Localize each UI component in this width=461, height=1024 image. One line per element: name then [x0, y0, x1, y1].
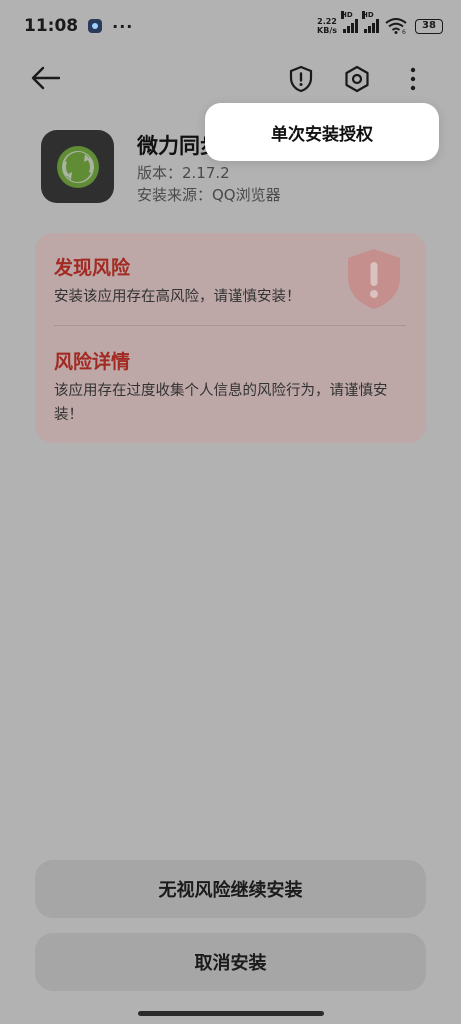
risk-detail-description: 该应用存在过度收集个人信息的风险行为，请谨慎安装！ — [54, 383, 388, 423]
hd-label-2: HD — [362, 11, 374, 19]
arrow-left-icon — [31, 66, 61, 90]
sync-circle-icon — [56, 145, 99, 188]
app-icon — [41, 130, 114, 203]
notification-app-icon — [88, 19, 103, 33]
ignore-risk-continue-install-button[interactable]: 无视风险继续安装 — [35, 860, 426, 918]
home-indicator[interactable] — [138, 1011, 324, 1016]
top-action-bar — [0, 52, 461, 102]
signal-2-icon: HD — [362, 11, 379, 33]
signal-1-icon: HD — [341, 11, 358, 33]
security-shield-button[interactable] — [284, 62, 318, 96]
risk-found-title: 发现风险 — [54, 257, 131, 279]
back-button[interactable] — [28, 62, 64, 94]
app-version: 版本：2.17.2 — [137, 164, 230, 182]
status-bar: 11:08 ··· 2.22 KB/s HD HD 6 38 — [0, 0, 461, 52]
settings-button[interactable] — [340, 62, 374, 96]
vertical-dots-icon — [410, 67, 416, 91]
network-speed: 2.22 KB/s — [317, 17, 337, 35]
risk-detail-title: 风险详情 — [54, 351, 131, 373]
more-options-button[interactable] — [398, 62, 428, 96]
wifi-sub-label: 6 — [402, 29, 406, 34]
cancel-install-button[interactable]: 取消安装 — [35, 933, 426, 991]
popup-menu-single-install-authorization[interactable]: 单次安装授权 — [205, 103, 439, 161]
app-install-source: 安装来源：QQ浏览器 — [137, 186, 281, 204]
network-speed-unit: KB/s — [317, 26, 337, 35]
status-time: 11:08 — [24, 16, 79, 36]
shield-alert-icon — [289, 65, 313, 93]
network-speed-value: 2.22 — [317, 17, 337, 26]
hd-label-1: HD — [341, 11, 353, 19]
wifi-icon: 6 — [385, 18, 407, 34]
warning-shield-icon — [348, 249, 400, 309]
status-more-indicator: ··· — [112, 16, 134, 36]
status-icons: 2.22 KB/s HD HD 6 38 — [317, 11, 443, 35]
risk-warning-card: 发现风险 安装该应用存在高风险，请谨慎安装！ 风险详情 该应用存在过度收集个人信… — [35, 233, 426, 443]
battery-indicator: 38 — [415, 18, 443, 34]
risk-divider — [54, 325, 406, 326]
hexagon-gear-icon — [345, 65, 369, 93]
